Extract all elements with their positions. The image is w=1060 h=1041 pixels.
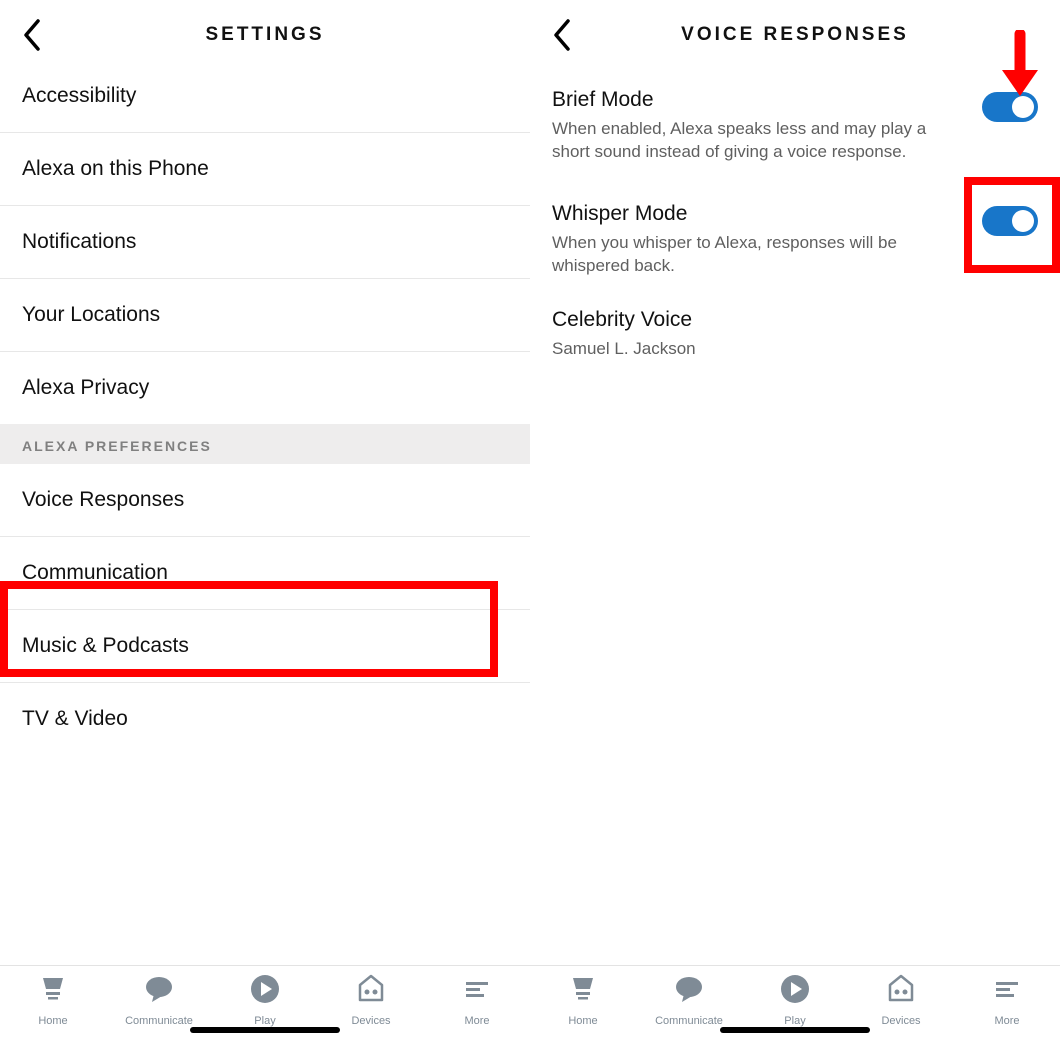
brief-mode-toggle[interactable] <box>982 92 1038 122</box>
settings-item-your-locations[interactable]: Your Locations <box>0 279 530 352</box>
home-icon <box>566 972 600 1011</box>
tab-label: Communicate <box>655 1015 723 1027</box>
tab-label: More <box>994 1015 1019 1027</box>
whisper-mode-desc: When you whisper to Alexa, responses wil… <box>552 232 932 278</box>
tab-label: Play <box>254 1015 275 1027</box>
back-button[interactable] <box>548 15 576 55</box>
speech-bubble-icon <box>672 972 706 1011</box>
settings-item-accessibility[interactable]: Accessibility <box>0 70 530 133</box>
settings-content: Accessibility Alexa on this Phone Notifi… <box>0 70 530 965</box>
tab-home[interactable]: Home <box>0 972 106 1041</box>
settings-item-tv-video[interactable]: TV & Video <box>0 683 530 731</box>
home-indicator[interactable] <box>190 1027 340 1033</box>
more-icon <box>990 972 1024 1011</box>
settings-item-communication[interactable]: Communication <box>0 537 530 610</box>
voice-responses-content: Brief Mode When enabled, Alexa speaks le… <box>530 70 1060 965</box>
settings-item-alexa-privacy[interactable]: Alexa Privacy <box>0 352 530 424</box>
back-chevron-icon <box>552 19 572 51</box>
settings-screen: SETTINGS Accessibility Alexa on this Pho… <box>0 0 530 1041</box>
devices-icon <box>354 972 388 1011</box>
tab-more[interactable]: More <box>954 972 1060 1041</box>
page-title: VOICE RESPONSES <box>681 24 909 46</box>
brief-mode-desc: When enabled, Alexa speaks less and may … <box>552 118 932 164</box>
play-icon <box>248 972 282 1011</box>
section-header-alexa-preferences: ALEXA PREFERENCES <box>0 424 530 464</box>
row-whisper-mode: Whisper Mode When you whisper to Alexa, … <box>530 184 1060 298</box>
page-title: SETTINGS <box>205 24 324 46</box>
speech-bubble-icon <box>142 972 176 1011</box>
home-icon <box>36 972 70 1011</box>
more-icon <box>460 972 494 1011</box>
whisper-mode-toggle[interactable] <box>982 206 1038 236</box>
tab-label: More <box>464 1015 489 1027</box>
row-celebrity-voice[interactable]: Celebrity Voice Samuel L. Jackson <box>530 298 1060 381</box>
tab-more[interactable]: More <box>424 972 530 1041</box>
voice-responses-screen: VOICE RESPONSES Brief Mode When enabled,… <box>530 0 1060 1041</box>
settings-topbar: SETTINGS <box>0 0 530 70</box>
settings-item-music-podcasts[interactable]: Music & Podcasts <box>0 610 530 683</box>
tab-label: Home <box>568 1015 597 1027</box>
brief-mode-title: Brief Mode <box>552 88 968 112</box>
celebrity-voice-desc: Samuel L. Jackson <box>552 338 932 361</box>
tab-label: Home <box>38 1015 67 1027</box>
settings-item-voice-responses[interactable]: Voice Responses <box>0 464 530 537</box>
tab-home[interactable]: Home <box>530 972 636 1041</box>
whisper-mode-title: Whisper Mode <box>552 202 968 226</box>
settings-item-alexa-on-phone[interactable]: Alexa on this Phone <box>0 133 530 206</box>
back-button[interactable] <box>18 15 46 55</box>
celebrity-voice-title: Celebrity Voice <box>552 308 1038 332</box>
voice-responses-topbar: VOICE RESPONSES <box>530 0 1060 70</box>
tab-label: Play <box>784 1015 805 1027</box>
back-chevron-icon <box>22 19 42 51</box>
devices-icon <box>884 972 918 1011</box>
settings-item-notifications[interactable]: Notifications <box>0 206 530 279</box>
tab-label: Devices <box>881 1015 920 1027</box>
tab-label: Devices <box>351 1015 390 1027</box>
row-brief-mode: Brief Mode When enabled, Alexa speaks le… <box>530 70 1060 184</box>
home-indicator[interactable] <box>720 1027 870 1033</box>
tab-label: Communicate <box>125 1015 193 1027</box>
play-icon <box>778 972 812 1011</box>
